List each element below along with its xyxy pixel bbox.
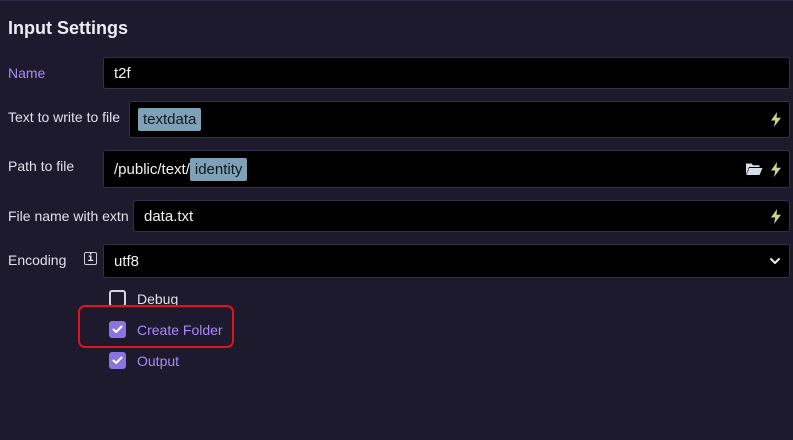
- name-input[interactable]: t2f: [103, 57, 790, 89]
- text-to-write-label: Text to write to file: [8, 109, 121, 125]
- path-label: Path to file: [8, 158, 75, 174]
- folder-open-icon[interactable]: [745, 162, 763, 176]
- path-prefix: /public/text/: [114, 160, 190, 178]
- panel-title: Input Settings: [8, 18, 128, 38]
- name-label: Name: [8, 65, 46, 81]
- file-name-label: File name with extn: [8, 208, 129, 224]
- lightning-bolt-icon[interactable]: [771, 208, 781, 224]
- info-icon[interactable]: i: [84, 252, 97, 265]
- panel-top-border: [0, 0, 793, 1]
- chevron-down-icon[interactable]: [769, 257, 781, 265]
- encoding-value: utf8: [114, 252, 140, 270]
- output-checkbox-row[interactable]: Output: [109, 352, 179, 369]
- output-checkbox[interactable]: [109, 352, 126, 369]
- name-value: t2f: [114, 64, 131, 82]
- highlight-annotation-box: [78, 305, 234, 348]
- text-to-write-input[interactable]: textdata: [129, 101, 790, 138]
- file-name-input[interactable]: data.txt: [133, 200, 790, 232]
- encoding-select[interactable]: utf8: [103, 244, 790, 278]
- variable-tag-textdata[interactable]: textdata: [138, 108, 202, 131]
- file-name-value: data.txt: [144, 207, 194, 225]
- output-label[interactable]: Output: [137, 353, 179, 369]
- path-input[interactable]: /public/text/identity: [103, 150, 790, 188]
- lightning-bolt-icon[interactable]: [771, 161, 781, 177]
- variable-tag-identity[interactable]: identity: [189, 157, 248, 181]
- check-icon: [112, 356, 123, 364]
- lightning-bolt-icon[interactable]: [771, 112, 781, 127]
- encoding-label: Encoding: [8, 252, 67, 268]
